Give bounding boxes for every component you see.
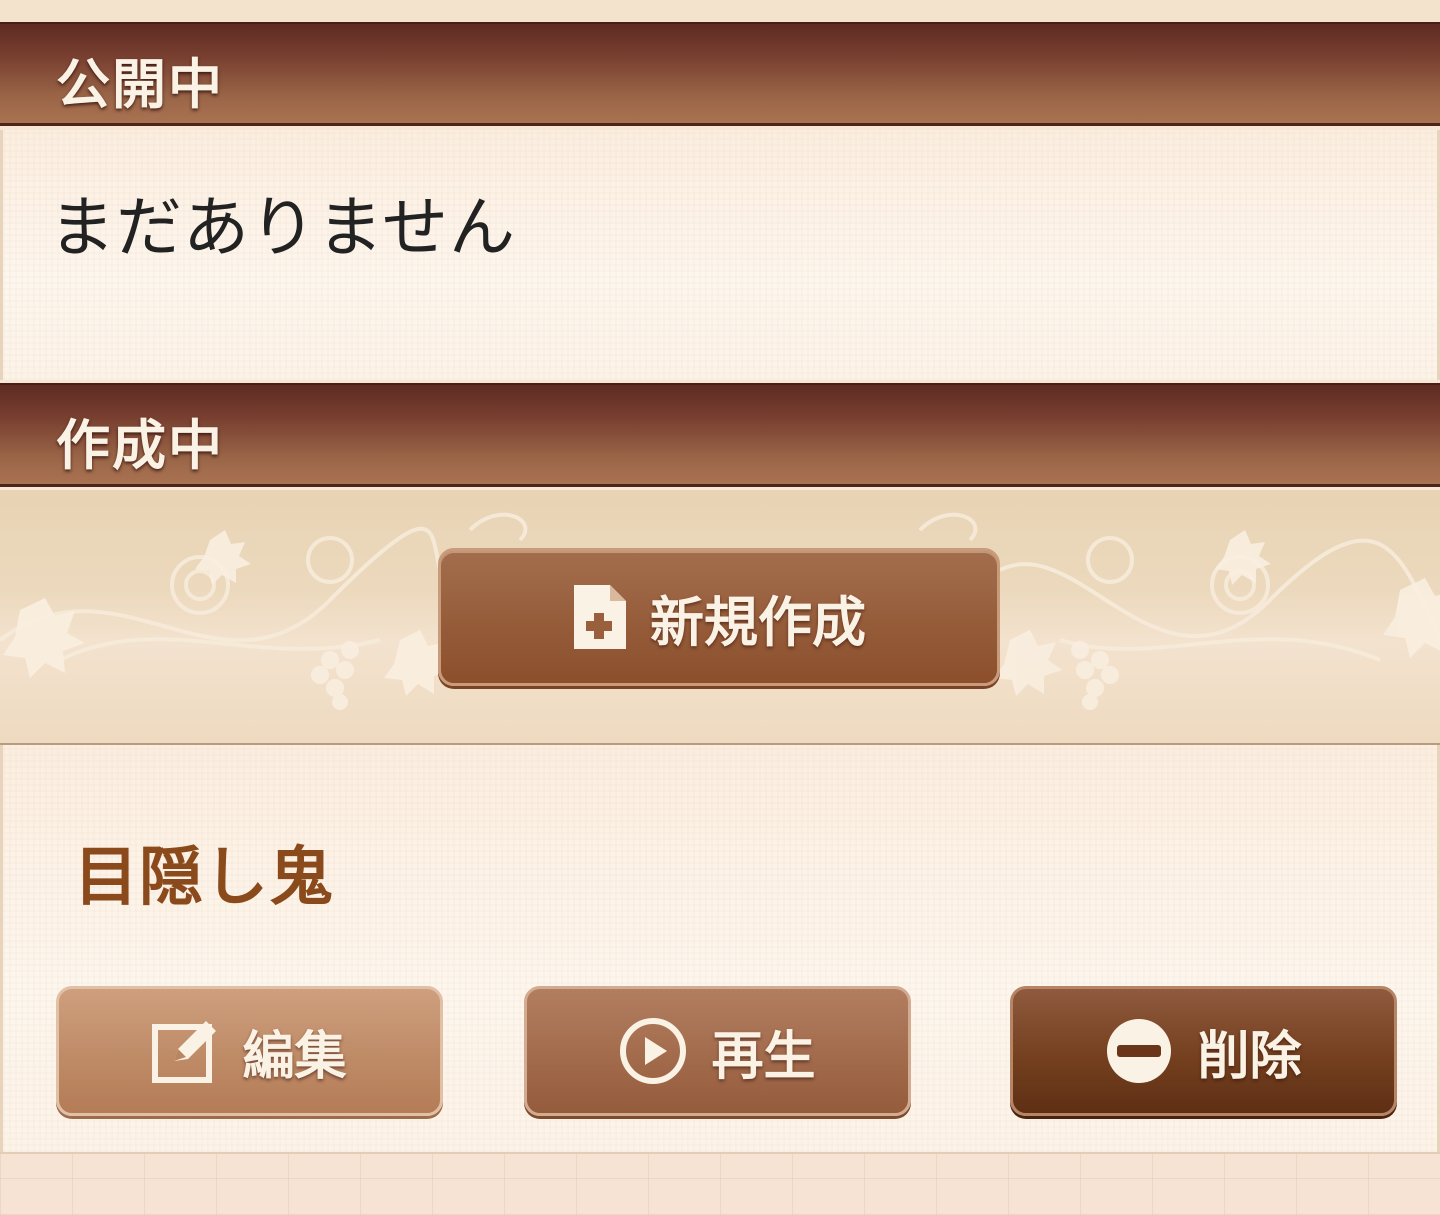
play-icon (619, 1017, 687, 1085)
published-section-header: 公開中 (0, 22, 1440, 126)
create-new-label: 新規作成 (650, 590, 866, 654)
drafts-section-title: 作成中 (56, 414, 224, 477)
delete-button[interactable]: 削除 (1010, 986, 1397, 1116)
edit-button[interactable]: 編集 (56, 986, 443, 1116)
empty-message: まだありません (49, 189, 517, 266)
published-section-title: 公開中 (56, 53, 224, 116)
drafts-section-header: 作成中 (0, 383, 1440, 487)
draft-item-title: 目隠し鬼 (74, 841, 334, 915)
bottom-grid-area (0, 1152, 1440, 1215)
edit-label: 編集 (242, 1026, 347, 1087)
edit-icon (152, 1019, 218, 1083)
create-new-button[interactable]: 新規作成 (438, 548, 1000, 686)
play-label: 再生 (711, 1026, 816, 1087)
published-panel: まだありません (0, 130, 1440, 380)
top-strip (0, 0, 1440, 22)
delete-label: 削除 (1197, 1026, 1302, 1087)
play-button[interactable]: 再生 (524, 986, 911, 1116)
minus-circle-icon (1105, 1017, 1173, 1085)
new-document-icon (572, 583, 628, 651)
